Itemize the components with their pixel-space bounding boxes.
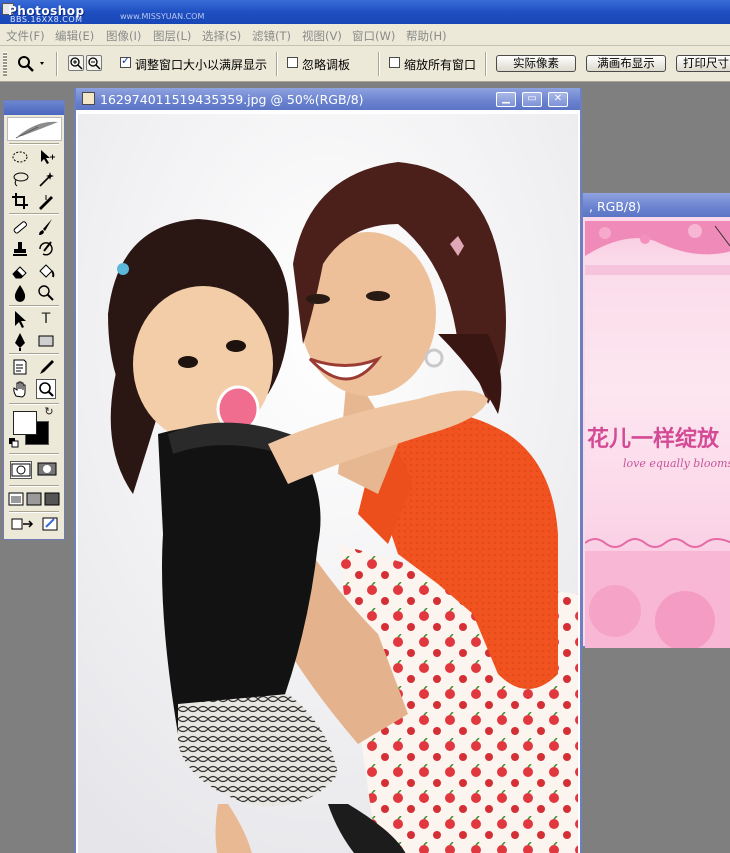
close-button[interactable]: ✕ xyxy=(548,92,568,107)
toolbox-divider xyxy=(9,453,59,455)
slice-icon[interactable] xyxy=(36,191,56,211)
toolbox-header[interactable] xyxy=(4,101,64,115)
screen-mode-full-menu-icon[interactable] xyxy=(26,491,42,507)
options-grip[interactable] xyxy=(3,52,7,76)
watermark-site: www.MISSYUAN.COM xyxy=(120,12,205,21)
hand-icon[interactable] xyxy=(10,379,30,399)
watermark: BBS.16XX8.COM xyxy=(10,15,83,24)
healing-brush-icon[interactable] xyxy=(10,217,30,237)
toolbox-divider xyxy=(9,485,59,487)
type-tool-icon[interactable]: T xyxy=(36,309,56,329)
marquee-icon[interactable] xyxy=(10,147,30,167)
menu-select[interactable]: 选择(S) xyxy=(202,28,241,44)
menu-layer[interactable]: 图层(L) xyxy=(153,28,191,44)
zoom-all-windows-checkbox[interactable] xyxy=(389,57,400,68)
feather-logo-icon[interactable] xyxy=(7,117,62,141)
menu-file[interactable]: 文件(F) xyxy=(6,28,45,44)
toolbox-divider xyxy=(9,213,59,215)
separator xyxy=(276,52,278,76)
template-subheadline: love equally blooms like th xyxy=(623,457,730,470)
menu-image[interactable]: 图像(I) xyxy=(106,28,141,44)
eraser-icon[interactable] xyxy=(10,261,30,281)
document-icon xyxy=(82,92,95,105)
menu-window[interactable]: 窗口(W) xyxy=(352,28,395,44)
blur-icon[interactable] xyxy=(10,283,30,303)
swap-colors-icon[interactable]: ↻ xyxy=(42,405,56,419)
fit-on-screen-button[interactable]: 满画布显示 xyxy=(586,55,666,72)
ignore-palettes-checkbox[interactable] xyxy=(287,57,298,68)
resize-windows-checkbox[interactable] xyxy=(120,54,131,68)
default-colors-icon[interactable] xyxy=(9,434,19,448)
document-titlebar[interactable]: 162974011519435359.jpg @ 50%(RGB/8) ▁ ▭ … xyxy=(76,88,580,110)
document-2-titlebar[interactable]: , RGB/8) xyxy=(583,193,730,217)
magic-wand-icon[interactable] xyxy=(36,169,56,189)
rectangle-tool-icon[interactable] xyxy=(36,331,56,351)
menu-edit[interactable]: 编辑(E) xyxy=(55,28,94,44)
zoom-out-icon[interactable] xyxy=(86,55,102,71)
resize-windows-label: 调整窗口大小以满屏显示 xyxy=(135,58,268,72)
template-headline: 花儿一样绽放 xyxy=(587,426,720,452)
path-selection-icon[interactable] xyxy=(10,309,30,329)
separator xyxy=(485,52,487,76)
actual-pixels-button[interactable]: 实际像素 xyxy=(496,55,576,72)
toolbox-palette: T ↻ xyxy=(3,100,65,540)
zoom-all-windows-label: 缩放所有窗口 xyxy=(404,58,477,72)
app-titlebar: Photoshop BBS.16XX8.COM www.MISSYUAN.COM xyxy=(0,0,730,24)
menu-bar: 文件(F) 编辑(E) 图像(I) 图层(L) 选择(S) 滤镜(T) 视图(V… xyxy=(0,24,730,46)
history-brush-icon[interactable] xyxy=(36,239,56,259)
menu-help[interactable]: 帮助(H) xyxy=(406,28,447,44)
separator xyxy=(378,52,380,76)
jump-to-imageready-icon[interactable] xyxy=(10,515,36,535)
minimize-button[interactable]: ▁ xyxy=(496,92,516,107)
quick-mask-icon[interactable] xyxy=(36,461,58,479)
document-title: 162974011519435359.jpg @ 50%(RGB/8) xyxy=(100,92,364,107)
document-window: 162974011519435359.jpg @ 50%(RGB/8) ▁ ▭ … xyxy=(74,88,582,853)
menu-view[interactable]: 视图(V) xyxy=(302,28,342,44)
eyedropper-icon[interactable] xyxy=(36,357,56,377)
screen-mode-full-icon[interactable] xyxy=(44,491,60,507)
lasso-icon[interactable] xyxy=(10,169,30,189)
maximize-button[interactable]: ▭ xyxy=(522,92,542,107)
paint-bucket-icon[interactable] xyxy=(36,261,56,281)
edit-in-imageready-icon[interactable] xyxy=(40,515,60,535)
ignore-palettes-label: 忽略调板 xyxy=(302,58,351,72)
foreground-color-swatch[interactable] xyxy=(13,411,37,435)
toolbox-divider xyxy=(9,143,59,145)
options-bar: 调整窗口大小以满屏显示 忽略调板 缩放所有窗口 实际像素 满画布显示 打印尺寸 xyxy=(0,46,730,82)
crop-icon[interactable] xyxy=(10,191,30,211)
pen-icon[interactable] xyxy=(10,331,30,351)
move-icon[interactable] xyxy=(36,147,56,167)
document-2-canvas[interactable]: 花儿一样绽放 love equally blooms like th xyxy=(585,221,730,648)
print-size-button[interactable]: 打印尺寸 xyxy=(676,55,730,72)
current-tool-zoom-icon[interactable] xyxy=(14,53,50,75)
standard-mode-icon[interactable] xyxy=(10,461,32,479)
separator xyxy=(56,52,58,76)
clone-stamp-icon[interactable] xyxy=(10,239,30,259)
menu-filter[interactable]: 滤镜(T) xyxy=(252,28,291,44)
document-window-2: , RGB/8) 花儿一样绽放 love equally blooms like… xyxy=(581,193,730,648)
document-2-title: , RGB/8) xyxy=(589,199,641,214)
notes-icon[interactable] xyxy=(10,357,30,377)
dodge-icon[interactable] xyxy=(36,283,56,303)
screen-mode-standard-icon[interactable] xyxy=(8,491,24,507)
zoom-in-icon[interactable] xyxy=(68,55,84,71)
toolbox-divider xyxy=(9,353,59,355)
zoom-tool-icon[interactable] xyxy=(36,379,56,399)
toolbox-divider xyxy=(9,511,59,513)
document-canvas[interactable] xyxy=(78,114,578,853)
toolbox-divider xyxy=(9,305,59,307)
brush-icon[interactable] xyxy=(36,217,56,237)
photo-mother-and-daughter xyxy=(78,114,578,853)
